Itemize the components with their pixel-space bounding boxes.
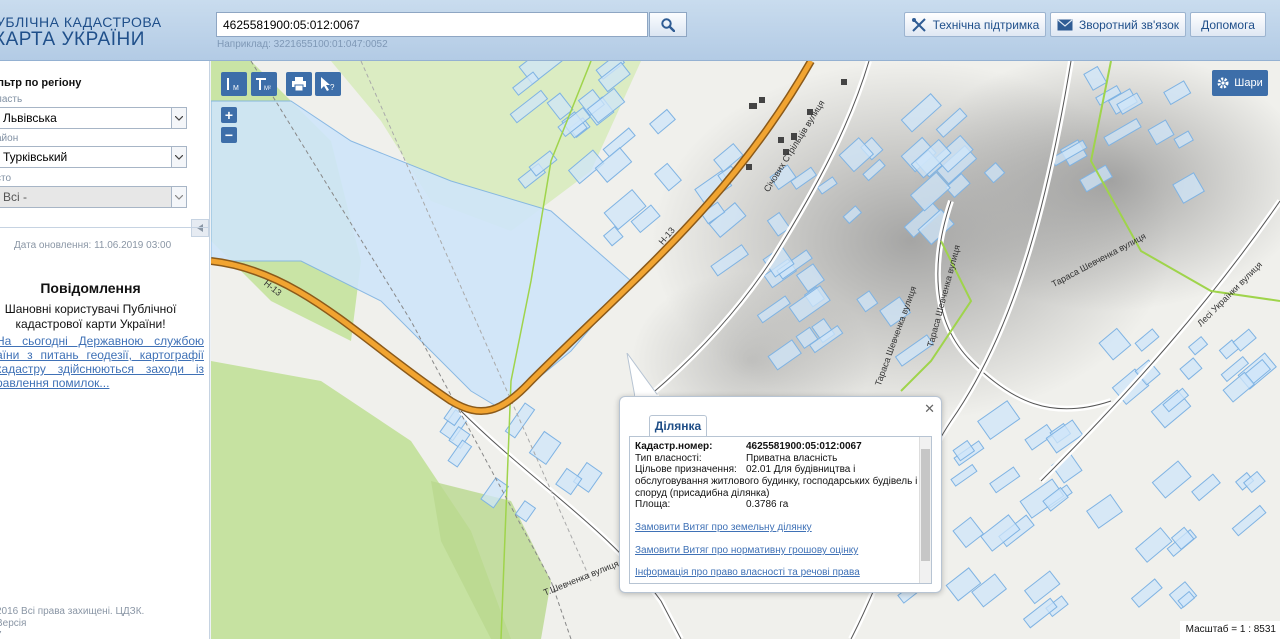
city-select[interactable]: Всі - [0,186,187,208]
notice-link[interactable]: На сьогодні Державною службою аїни з пит… [0,334,204,390]
svg-text:M: M [233,85,239,92]
scale-label: Масштаб = 1 : 8531 [1179,621,1280,639]
tab-parcel[interactable]: Ділянка [649,415,707,436]
ownership-rights-link[interactable]: Інформація про право власності та речові… [635,567,860,578]
chevron-down-icon [171,147,186,167]
map-canvas[interactable]: Н-13 Н-13 Тараса Шевченка вулиця Тараса … [211,61,1280,639]
search-hint: Наприклад: 3221655100:01:047:0052 [217,39,388,50]
gear-icon [1217,77,1229,89]
print-button[interactable] [286,72,312,96]
filter-title: ільтр по регіону [0,77,82,89]
logo-title: КАРТА УКРАЇНИ [0,29,145,50]
copyright: 2016 Всі права захищені. ЦДЗК. Версія 7 [0,606,145,639]
region-value: Львівська [3,111,57,125]
help-button[interactable]: Допомога [1190,12,1266,37]
popup-pointer [626,353,660,398]
chevron-left-icon [197,224,203,232]
purpose-value: 02.01 Для будівництва і [746,464,856,475]
sidebar: ільтр по регіону ласть Львівська айон Ту… [0,61,210,639]
popup-body: Кадастр.номер: 4625581900:05:012:0067 Ти… [629,436,932,584]
header: УБЛІЧНА КАДАСТРОВА КАРТА УКРАЇНИ Наприкл… [0,0,1280,61]
area-label: Площа: [635,499,671,510]
cursor-help-icon: ? [321,77,335,92]
logo-subtitle: УБЛІЧНА КАДАСТРОВА [0,14,162,30]
svg-text:M²: M² [264,86,271,92]
cadastral-number-value: 4625581900:05:012:0067 [746,441,862,452]
district-select[interactable]: Турківський [0,146,187,168]
measure-distance-button[interactable]: M [221,72,247,96]
district-value: Турківський [3,150,68,164]
measure-area-button[interactable]: M² [251,72,277,96]
zoom-out-button[interactable]: − [221,127,237,143]
order-valuation-link[interactable]: Замовити Витяг про нормативну грошову оц… [635,545,858,556]
purpose-value-cont: споруд (присадибна ділянка) [635,488,770,499]
identify-button[interactable]: ? [315,72,341,96]
feedback-label: Зворотний зв'язок [1078,17,1180,32]
search-input[interactable] [216,12,648,37]
chevron-down-icon [171,108,186,128]
zoom-in-button[interactable]: + [221,107,237,123]
ownership-label: Тип власності: [635,453,702,464]
layers-label: Шари [1234,77,1263,89]
parcel-popup: ✕ Ділянка Кадастр.номер: 4625581900:05:0… [619,396,942,593]
purpose-label: Цільове призначення: [635,464,737,475]
city-label: сто [0,173,12,184]
purpose-value-cont: обслуговування житлового будинку, господ… [635,476,918,487]
search-button[interactable] [649,12,687,37]
city-value: Всі - [3,190,27,204]
feedback-button[interactable]: Зворотний зв'язок [1050,12,1186,37]
notice-greeting: Шановні користувачі Публічної кадастрово… [4,302,177,331]
area-value: 0.3786 га [746,499,789,510]
printer-icon [292,77,306,91]
support-button[interactable]: Технічна підтримка [904,12,1046,37]
area-ruler-icon: M² [256,78,271,92]
envelope-icon [1057,19,1073,30]
divider [0,227,210,228]
ruler-icon: M [227,78,239,92]
ownership-value: Приватна власність [746,453,838,464]
popup-scrollbar[interactable] [919,437,931,583]
district-label: айон [0,133,19,144]
tools-icon [911,17,926,32]
region-select[interactable]: Львівська [0,107,187,129]
update-date: Дата оновлення: 11.06.2019 03:00 [14,240,172,251]
collapse-sidebar-button[interactable] [191,219,209,237]
region-label: ласть [0,94,23,105]
scrollbar-thumb[interactable] [921,449,930,561]
order-extract-link[interactable]: Замовити Витяг про земельну ділянку [635,522,812,533]
support-label: Технічна підтримка [932,17,1040,32]
chevron-down-icon [171,187,186,207]
layers-button[interactable]: Шари [1212,70,1268,96]
notice-title: Повідомлення [40,280,141,296]
close-icon[interactable]: ✕ [924,401,935,417]
search-icon [661,17,675,32]
help-label: Допомога [1201,17,1255,32]
cadastral-number-label: Кадастр.номер: [635,441,713,452]
svg-text:?: ? [330,83,335,92]
